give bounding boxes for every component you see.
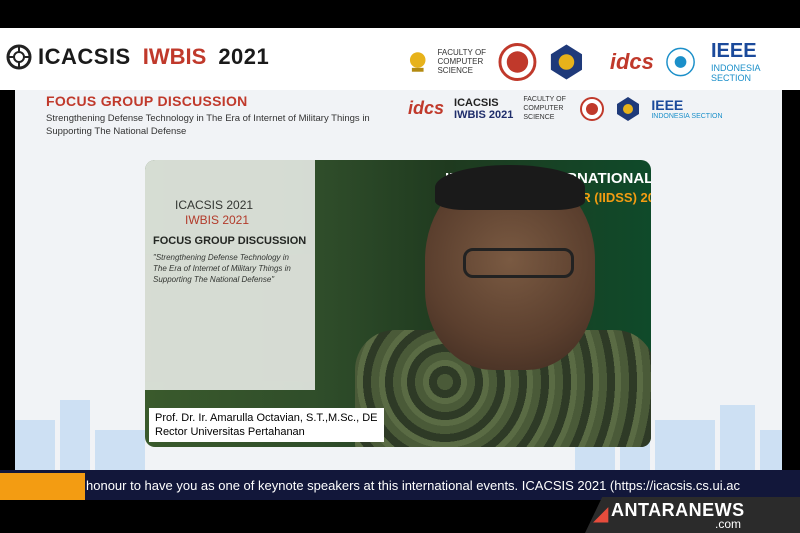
slide-red-crest-icon <box>580 96 605 121</box>
watermark-domain: .com <box>715 517 742 531</box>
event-header: ICACSIS IWBIS 2021 FACULTY OF COMPUTER S… <box>0 28 800 90</box>
slide-icacsis-label: ICACSIS <box>454 96 499 109</box>
brand-iwbis: IWBIS <box>142 44 207 69</box>
ticker-tag <box>0 473 85 503</box>
antaranews-watermark: ◢ ANTARANEWS .com <box>585 497 800 533</box>
slide-subtitle: Strengthening Defense Technology in The … <box>46 113 370 137</box>
brand-icacsis: ICACSIS <box>38 44 131 69</box>
top-black-bar <box>0 0 800 28</box>
slide-iwbis-label: IWBIS 2021 <box>454 108 514 121</box>
event-brand: ICACSIS IWBIS 2021 <box>6 44 269 70</box>
slide-ieee-logo: IEEE INDONESIA SECTION <box>651 97 722 120</box>
slide-idcs-logo: idcs <box>408 98 445 118</box>
background-screen: ICACSIS 2021 IWBIS 2021 FOCUS GROUP DISC… <box>145 160 315 390</box>
ieee-logo: IEEE INDONESIA SECTION <box>711 40 800 83</box>
screen-subtitle: "Strengthening Defense Technology in The… <box>153 253 291 284</box>
slide-ieee-label: IEEE <box>651 97 684 113</box>
slide-ics-label: FACULTY OF COMPUTER SCIENCE <box>523 96 566 121</box>
speaker-video-feed: ICACSIS 2021 IWBIS 2021 FOCUS GROUP DISC… <box>145 160 651 447</box>
brand-year: 2021 <box>218 44 270 69</box>
slide-logo-row: idcs ICACSIS IWBIS 2021 FACULTY OF COMPU… <box>408 95 723 122</box>
slide-title: FOCUS GROUP DISCUSSION <box>46 93 248 109</box>
speaker-title: Rector Universitas Pertahanan <box>155 426 305 438</box>
ticker-text: honour to have you as one of keynote spe… <box>86 478 740 493</box>
speaker-hair <box>435 165 585 210</box>
blue-crest-icon <box>550 43 582 80</box>
screen-icacsis: ICACSIS 2021 <box>175 198 254 212</box>
sponsor-logos: FACULTY OF COMPUTER SCIENCE idcs IEEE IN… <box>408 40 800 83</box>
speaker-glasses <box>463 248 574 278</box>
red-crest-icon <box>498 42 537 81</box>
gear-emblem-icon <box>6 44 32 70</box>
ics-label: FACULTY OF COMPUTER SCIENCE <box>437 48 487 75</box>
slide-ieee-sub: INDONESIA SECTION <box>651 113 723 120</box>
slide-icacsis-logo: ICACSIS IWBIS 2021 <box>454 97 513 121</box>
screen-title: FOCUS GROUP DISCUSSION <box>153 235 307 247</box>
ieee-label: IEEE <box>710 40 757 62</box>
university-seal-icon <box>409 51 426 72</box>
screen-iwbis: IWBIS 2021 <box>185 213 250 227</box>
slide-blue-crest-icon <box>617 96 640 121</box>
speaker-caption: Prof. Dr. Ir. Amarulla Octavian, S.T.,M.… <box>149 408 384 442</box>
idcs-logo: idcs <box>609 48 654 74</box>
ieee-sub-label: INDONESIA SECTION <box>710 63 760 83</box>
network-icon <box>666 47 695 76</box>
speaker-name: Prof. Dr. Ir. Amarulla Octavian, S.T.,M.… <box>155 412 378 424</box>
